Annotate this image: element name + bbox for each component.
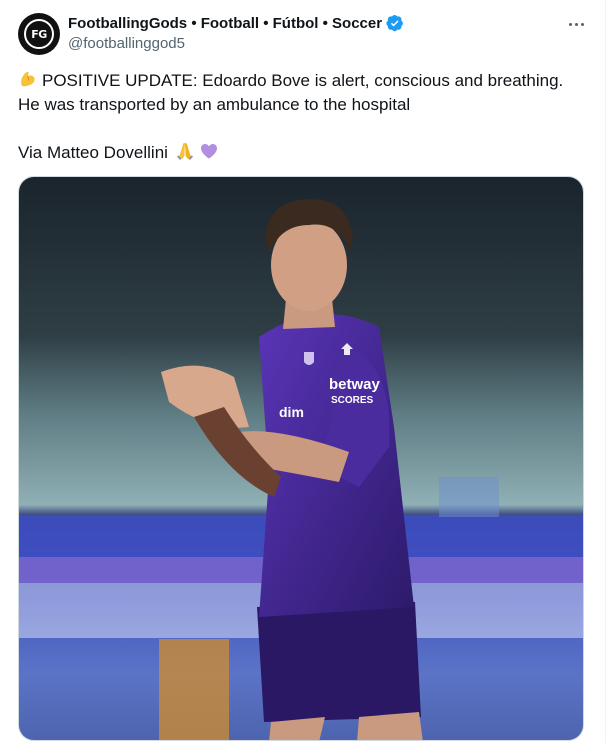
tweet-card[interactable]: FG FootballingGods • Football • Fútbol •… (0, 0, 606, 743)
club-crest (304, 352, 314, 365)
tweet-line-2: He was transported by an ambulance to th… (18, 95, 411, 114)
author-handle[interactable]: @footballinggod5 (68, 35, 185, 52)
tweet-line-1-text: POSITIVE UPDATE: Edoardo Bove is alert, … (42, 71, 564, 90)
tweet-text: POSITIVE UPDATE: Edoardo Bove is alert, … (18, 69, 588, 165)
verified-badge-icon (386, 14, 403, 32)
kit-sponsor-1: betway (329, 376, 381, 393)
kit-sleeve-text: dim (279, 404, 304, 420)
tweet-line-1: POSITIVE UPDATE: Edoardo Bove is alert, … (18, 69, 588, 93)
purple-heart-emoji (200, 144, 217, 159)
author-name-row: FootballingGods • Football • Fútbol • So… (68, 14, 404, 32)
author-avatar[interactable]: FG (18, 13, 60, 55)
tweet-credit: Via Matteo Dovellini (18, 141, 588, 165)
flexed-biceps-emoji (21, 71, 35, 87)
more-options-icon[interactable] (566, 14, 586, 34)
tweet-credit-text: Via Matteo Dovellini (18, 143, 168, 162)
avatar-initials: FG (31, 27, 47, 41)
avatar-logo: FG (24, 19, 54, 49)
tweet-photo[interactable]: betway SCORES dim (18, 176, 584, 741)
player-photo: betway SCORES dim (19, 177, 583, 740)
author-display-name[interactable]: FootballingGods • Football • Fútbol • So… (68, 15, 382, 32)
kit-sponsor-2: SCORES (331, 395, 374, 406)
tweet-spacer (18, 117, 588, 141)
folded-hands-emoji (176, 143, 193, 160)
